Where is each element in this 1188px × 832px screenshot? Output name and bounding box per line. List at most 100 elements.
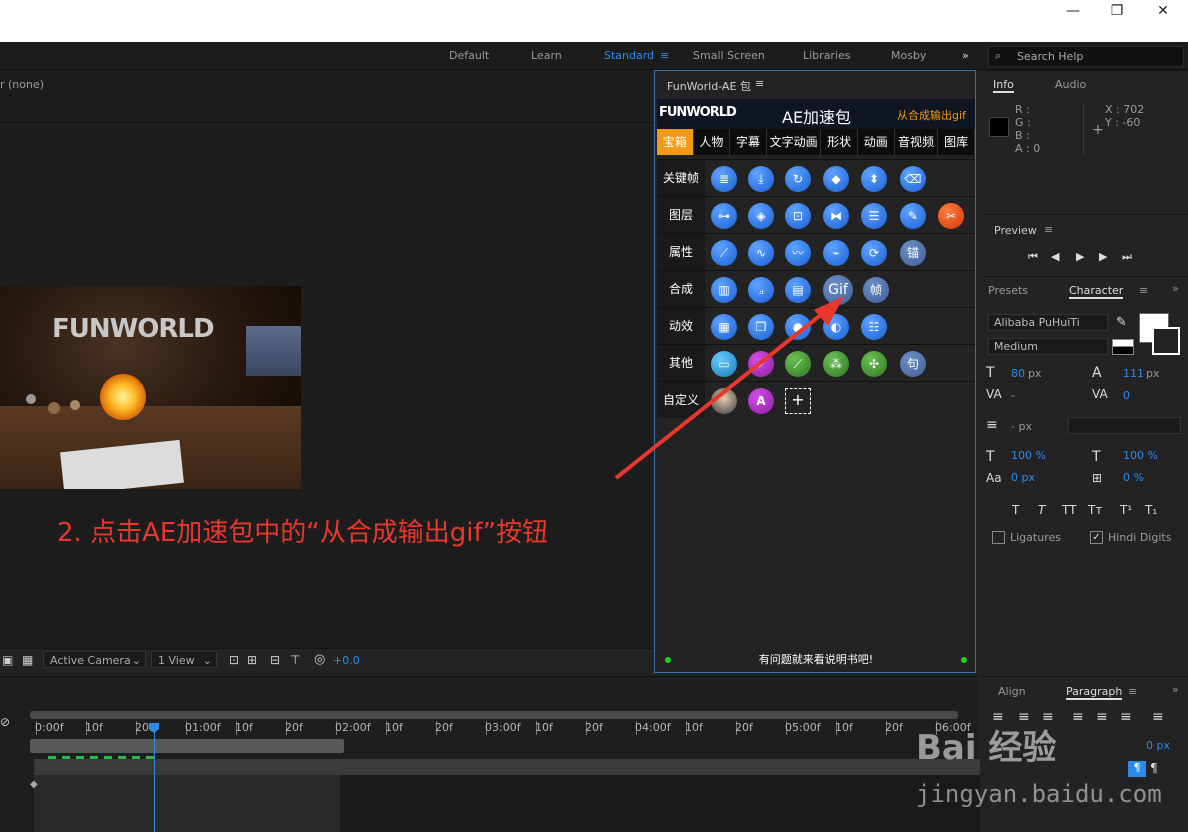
justify-center-icon[interactable]: ≡ xyxy=(1096,709,1108,725)
panel-menu-icon[interactable]: ≡ xyxy=(1128,685,1137,698)
ltr-direction-icon[interactable]: ¶ xyxy=(1128,761,1146,777)
transparency-grid-icon[interactable]: ▦ xyxy=(22,653,33,667)
justify-left-icon[interactable]: ≡ xyxy=(1072,709,1084,725)
tab-subtitles[interactable]: 字幕 xyxy=(730,129,767,155)
flowchart-icon[interactable]: ⊤ xyxy=(290,653,300,667)
view-select[interactable]: 1 View ⌄ xyxy=(151,651,217,668)
baseline-shift-value[interactable]: 0 px xyxy=(1011,471,1035,484)
black-swatch[interactable] xyxy=(1112,346,1134,355)
layer-split-icon[interactable]: ✂ xyxy=(938,203,964,229)
workspace-libraries[interactable]: Libraries xyxy=(803,49,851,62)
tab-presets[interactable]: Presets xyxy=(988,284,1028,297)
keyframe-diamond-icon[interactable]: ◆ xyxy=(823,166,849,192)
stroke-width-value[interactable]: - px xyxy=(1011,420,1032,433)
exposure-icon[interactable]: ◎ xyxy=(314,652,325,667)
frame-button[interactable]: 帧 xyxy=(863,277,889,303)
next-frame-icon[interactable]: ▶ xyxy=(1099,250,1107,263)
help-link[interactable]: 有问题就来看说明书吧! xyxy=(759,653,873,666)
tab-audio[interactable]: Audio xyxy=(1055,78,1086,91)
vertical-scale-value[interactable]: 100 % xyxy=(1011,449,1046,462)
last-frame-icon[interactable]: ⏭ xyxy=(1122,250,1132,264)
keyframe-align-icon[interactable]: ⬍ xyxy=(861,166,887,192)
other-flow-icon[interactable]: ✣ xyxy=(861,351,887,377)
tab-shapes[interactable]: 形状 xyxy=(821,129,858,155)
workspace-small-screen[interactable]: Small Screen xyxy=(693,49,765,62)
stroke-color-swatch[interactable] xyxy=(1152,327,1180,355)
workspace-learn[interactable]: Learn xyxy=(531,49,562,62)
layer-link-icon[interactable]: ⊶ xyxy=(711,203,737,229)
keyframe-erase-icon[interactable]: ⌫ xyxy=(900,166,926,192)
playhead-line[interactable] xyxy=(154,723,155,832)
justify-right-icon[interactable]: ≡ xyxy=(1120,709,1132,725)
tab-gallery[interactable]: 图库 xyxy=(938,129,975,155)
first-frame-icon[interactable]: ⏮ xyxy=(1028,250,1038,264)
clip-button[interactable]: 句 xyxy=(900,351,926,377)
panel-menu-icon[interactable]: ≡ xyxy=(1044,223,1053,236)
indent-value[interactable]: 0 px xyxy=(1146,739,1170,752)
snapshot-icon[interactable]: ⊞ xyxy=(247,653,257,667)
layer-sequence-icon[interactable]: ☰ xyxy=(861,203,887,229)
tab-characters[interactable]: 人物 xyxy=(694,129,731,155)
workspace-menu-icon[interactable]: ≡ xyxy=(660,49,669,62)
overflow-chevron-icon[interactable]: » xyxy=(1172,282,1179,295)
close-button[interactable]: ✕ xyxy=(1140,0,1186,24)
layer-center-icon[interactable]: ⊡ xyxy=(785,203,811,229)
effect-list-icon[interactable]: ☷ xyxy=(861,314,887,340)
keyframe-reverse-icon[interactable]: ↻ xyxy=(785,166,811,192)
workspace-default[interactable]: Default xyxy=(449,49,489,62)
keyframe-stack-icon[interactable]: ≣ xyxy=(711,166,737,192)
property-wiggle-icon[interactable]: 〰 xyxy=(785,240,811,266)
search-help-field[interactable]: ⌕ Search Help xyxy=(988,46,1184,67)
keyframe-diamond-icon[interactable]: ◆ xyxy=(30,779,38,790)
tab-paragraph[interactable]: Paragraph xyxy=(1066,685,1123,700)
superscript-icon[interactable]: T¹ xyxy=(1120,503,1132,517)
region-icon[interactable]: ▣ xyxy=(2,653,13,667)
tsume-value[interactable]: 0 % xyxy=(1123,471,1144,484)
rtl-direction-icon[interactable]: ¶ xyxy=(1150,761,1158,775)
tracking-value[interactable]: 0 xyxy=(1123,389,1130,402)
stroke-style-select[interactable] xyxy=(1068,417,1181,434)
work-area-bar[interactable] xyxy=(30,739,344,753)
exposure-value[interactable]: +0.0 xyxy=(333,654,360,667)
font-family-select[interactable]: Alibaba PuHuiTi xyxy=(988,314,1108,331)
tab-animation[interactable]: 动画 xyxy=(858,129,895,155)
all-caps-icon[interactable]: TT xyxy=(1062,503,1076,517)
tab-character[interactable]: Character xyxy=(1069,284,1124,299)
prev-frame-icon[interactable]: ◀ xyxy=(1051,250,1059,263)
property-wave-icon[interactable]: ∿ xyxy=(748,240,774,266)
anchor-button[interactable]: 锚 xyxy=(900,240,926,266)
workspace-mosby[interactable]: Mosby xyxy=(891,49,926,62)
faux-bold-icon[interactable]: T xyxy=(1012,503,1019,517)
play-icon[interactable]: ▶ xyxy=(1076,250,1084,263)
overflow-chevron-icon[interactable]: » xyxy=(1172,683,1179,696)
justify-all-icon[interactable]: ≡ xyxy=(1152,709,1164,725)
minimize-button[interactable]: — xyxy=(1050,0,1096,24)
toggle-3d-icon[interactable]: ⊟ xyxy=(270,653,280,667)
property-pulse-icon[interactable]: ⌁ xyxy=(823,240,849,266)
layer-fill-icon[interactable]: ◈ xyxy=(748,203,774,229)
property-link-icon[interactable]: ⟋ xyxy=(711,240,737,266)
font-style-select[interactable]: Medium xyxy=(988,338,1108,355)
tab-info[interactable]: Info xyxy=(993,78,1014,93)
keyframe-ease-icon[interactable]: ⤓ xyxy=(748,166,774,192)
font-size-value[interactable]: 80 xyxy=(1011,367,1025,380)
layer-duration-bar[interactable] xyxy=(34,759,980,775)
panel-menu-icon[interactable]: ≡ xyxy=(755,77,764,90)
layer-mirror-icon[interactable]: ⧓ xyxy=(823,203,849,229)
workspace-standard[interactable]: Standard xyxy=(604,49,654,62)
ligatures-checkbox[interactable] xyxy=(992,531,1005,544)
tab-treasure[interactable]: 宝箱 xyxy=(657,129,694,155)
hindi-digits-checkbox[interactable]: ✓ xyxy=(1090,531,1103,544)
camera-select[interactable]: Active Camera ⌄ xyxy=(43,651,146,668)
small-caps-icon[interactable]: Tт xyxy=(1088,503,1102,517)
time-ruler[interactable]: 0:00f 10f 20f 01:00f 10f 20f 02:00f 10f 20f 03:00… xyxy=(0,677,978,737)
fast-previews-icon[interactable]: ⊡ xyxy=(229,653,239,667)
tab-audio-video[interactable]: 音视频 xyxy=(895,129,939,155)
faux-italic-icon[interactable]: T xyxy=(1038,503,1045,517)
eyedropper-icon[interactable]: ✎ xyxy=(1116,315,1127,330)
horizontal-scale-value[interactable]: 100 % xyxy=(1123,449,1158,462)
panel-menu-icon[interactable]: ≡ xyxy=(1139,284,1148,297)
subscript-icon[interactable]: T₁ xyxy=(1145,503,1157,517)
tab-align[interactable]: Align xyxy=(998,685,1026,698)
leading-value[interactable]: 111 xyxy=(1123,367,1144,380)
